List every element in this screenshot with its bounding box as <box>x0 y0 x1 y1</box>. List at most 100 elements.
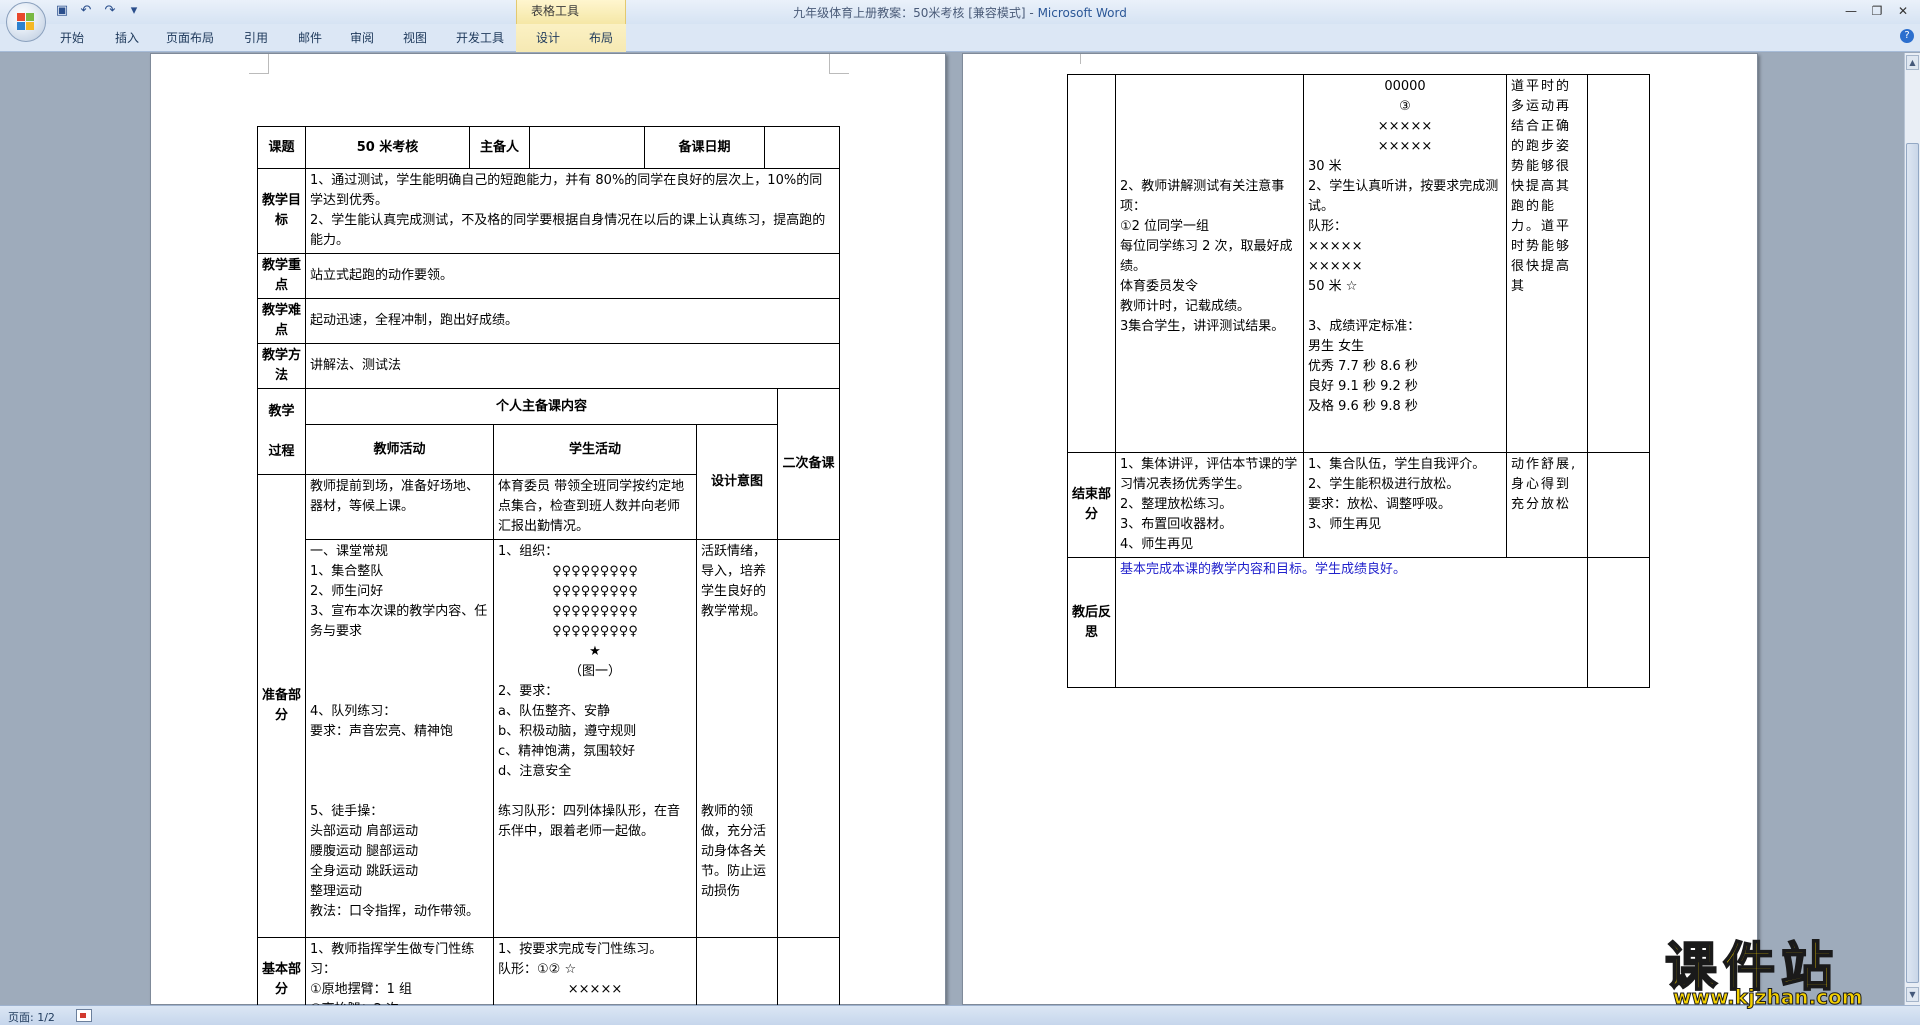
window-title: 九年级体育上册教案：50米考核 [兼容模式] - Microsoft Word <box>0 4 1920 21</box>
topic-label: 课题 <box>257 126 306 169</box>
cell-line: b、积极动脑，遵守规则 <box>498 724 637 739</box>
cell-line: 教师的领做，充分活动身体各关节。防止运动损伤 <box>701 804 767 899</box>
cell-line <box>498 782 692 802</box>
cell-line <box>701 702 773 722</box>
cell-line <box>1120 77 1299 97</box>
cell-line <box>701 662 773 682</box>
closing-second-cell[interactable] <box>1587 452 1650 558</box>
lesson-plan-body-p1: 教学目标 1、通过测试，学生能明确自己的短跑能力，并有 80%的同学在良好的层次… <box>257 168 841 1005</box>
cell-line: 男生 女生 <box>1308 339 1365 354</box>
closing-teacher-cell[interactable]: 1、集体讲评，评估本节课的学习情况表扬优秀学生。 2、整理放松练习。 3、布置回收器… <box>1115 452 1304 558</box>
design-intent-header: 设计意图 <box>696 424 778 540</box>
cont-intent-cell[interactable]: 道平时的多运动再结合正确的跑步姿势能够很快提高其跑的能力。道平时势能够很快提高其 <box>1506 74 1588 453</box>
cell-line: 及格 9.6 秒 9.8 秒 <box>1308 399 1418 414</box>
document-title: 九年级体育上册教案：50米考核 [兼容模式] - <box>793 6 1038 20</box>
basic-student-cell[interactable]: 1、按要求完成专门性练习。队形：①② ☆×××××××××× <box>493 937 697 1005</box>
reflection-value[interactable]: 基本完成本课的教学内容和目标。学生成绩良好。 <box>1115 557 1588 688</box>
cont-teacher-cell[interactable]: 2、教师讲解测试有关注意事项： ①2 位同学一组 每位同学练习 2 次，取最好成绩。… <box>1115 74 1304 453</box>
topic-value[interactable]: 50 米考核 <box>305 126 470 169</box>
process-label-bottom: 过程 <box>268 443 295 459</box>
tab-mailings[interactable]: 邮件 <box>298 29 322 46</box>
date-value[interactable] <box>764 126 840 169</box>
cell-line: 1、教师指挥学生做专门性练习： <box>310 942 475 977</box>
crop-mark <box>829 54 849 74</box>
cell-line: （图一） <box>568 664 621 679</box>
cell-line <box>1120 157 1299 177</box>
cell-line <box>701 682 773 702</box>
pre-row-teacher[interactable]: 教师提前到场，准备好场地、器材，等候上课。 <box>305 474 494 540</box>
cell-line: ♀♀♀♀♀♀♀♀♀ <box>552 564 638 579</box>
cell-line: 活跃情绪，导入，培养学生良好的教学常规。 <box>701 544 767 619</box>
second-prep-header: 二次备课 <box>776 388 841 540</box>
basic-second-cell[interactable] <box>776 937 841 1005</box>
cell-line: 3、宣布本次课的教学内容、任务与要求 <box>310 604 488 639</box>
document-page-2[interactable]: 2、教师讲解测试有关注意事项： ①2 位同学一组 每位同学练习 2 次，取最好成绩。… <box>962 53 1758 1005</box>
maximize-button[interactable]: ❐ <box>1864 2 1890 20</box>
cell-line: ①2 位同学一组 <box>1120 219 1210 234</box>
closing-intent-cell[interactable]: 动作舒展,身心得到充分放松 <box>1506 452 1588 558</box>
cell-line: 30 米 <box>1308 159 1342 174</box>
app-name: Microsoft Word <box>1037 6 1127 20</box>
lesson-plan-table-p1: 课题 50 米考核 主备人 备课日期 <box>257 126 840 169</box>
close-button[interactable]: ✕ <box>1890 2 1916 20</box>
scroll-up-button[interactable]: ▲ <box>1906 55 1919 70</box>
cell-line <box>701 762 773 782</box>
cont-student-cell[interactable]: 00000 ③ ××××× ××××× 30 米 2、学生认真听讲，按要求完成测试。 队形：… <box>1303 74 1507 453</box>
difficulty-value[interactable]: 起动迅速，全程冲制，跑出好成绩。 <box>304 298 841 344</box>
cell-line <box>310 762 489 782</box>
office-button[interactable] <box>6 2 46 42</box>
tab-review[interactable]: 审阅 <box>350 29 374 46</box>
tab-view[interactable]: 视图 <box>403 29 427 46</box>
prep-student-cell[interactable]: 1、组织： ♀♀♀♀♀♀♀♀♀ ♀♀♀♀♀♀♀♀♀ ♀♀♀♀♀♀♀♀♀ ♀♀♀♀♀♀♀♀… <box>493 539 697 938</box>
quick-access-toolbar: ▣ ↶ ↷ ▾ <box>54 3 142 19</box>
cell-line: c、精神饱满，氛围较好 <box>498 744 636 759</box>
host-value[interactable] <box>529 126 645 169</box>
cell-line: 优秀 7.7 秒 8.6 秒 <box>1308 359 1418 374</box>
document-workspace: 课题 50 米考核 主备人 备课日期 教学目标 1、通过测试，学生能明确自己的短… <box>0 53 1904 1005</box>
tab-home[interactable]: 开始 <box>60 29 84 46</box>
cell-line: 体育委员发令 <box>1120 279 1199 294</box>
cell-line: 要求：放松、调整呼吸。 <box>1308 497 1452 512</box>
closing-student-cell[interactable]: 1、集合队伍，学生自我评介。 2、学生能积极进行放松。 要求：放松、调整呼吸。 3、师… <box>1303 452 1507 558</box>
tab-design[interactable]: 设计 <box>536 29 560 46</box>
vertical-scrollbar[interactable]: ▲ ▼ <box>1904 53 1920 1005</box>
cell-line: 2、师生问好 <box>310 584 384 599</box>
undo-icon[interactable]: ↶ <box>78 3 94 19</box>
objectives-cell[interactable]: 1、通过测试，学生能明确自己的短跑能力，并有 80%的同学在良好的层次上，10%… <box>304 168 841 254</box>
scroll-down-button[interactable]: ▼ <box>1906 987 1919 1002</box>
cell-line: 练习队形：四列体操队形，在音乐伴中，跟着老师一起做。 <box>498 804 681 839</box>
cell-line <box>701 722 773 742</box>
key-points-value[interactable]: 站立式起跑的动作要领。 <box>304 253 841 299</box>
proofing-icon[interactable] <box>76 1009 92 1022</box>
tab-page-layout[interactable]: 页面布局 <box>166 29 214 46</box>
host-label: 主备人 <box>469 126 530 169</box>
tab-references[interactable]: 引用 <box>244 29 268 46</box>
customize-qat-icon[interactable]: ▾ <box>126 3 142 19</box>
prep-second-cell[interactable] <box>776 539 841 938</box>
cell-line: ♀♀♀♀♀♀♀♀♀ <box>552 604 638 619</box>
tab-developer[interactable]: 开发工具 <box>456 29 504 46</box>
tab-layout[interactable]: 布局 <box>589 29 613 46</box>
minimize-button[interactable]: — <box>1838 2 1864 20</box>
cell-line: a、队伍整齐、安静 <box>498 704 610 719</box>
tab-insert[interactable]: 插入 <box>115 29 139 46</box>
cell-line: 1、组织： <box>498 544 559 559</box>
page-count-status[interactable]: 页面: 1/2 <box>8 1009 55 1025</box>
reflection-second-cell[interactable] <box>1587 557 1650 688</box>
cell-line: 整理运动 <box>310 884 363 899</box>
scrollbar-thumb[interactable] <box>1906 143 1919 983</box>
document-page-1[interactable]: 课题 50 米考核 主备人 备课日期 教学目标 1、通过测试，学生能明确自己的短… <box>150 53 946 1005</box>
prep-teacher-cell[interactable]: 一、课堂常规 1、集合整队 2、师生问好 3、宣布本次课的教学内容、任务与要求 4、队… <box>305 539 494 938</box>
basic-intent-cell[interactable] <box>696 937 778 1005</box>
cell-line: 50 米 ☆ <box>1308 279 1358 294</box>
help-icon[interactable]: ? <box>1900 29 1914 43</box>
prep-intent-cell[interactable]: 活跃情绪，导入，培养学生良好的教学常规。 教师的领做，充分活动身体各关节。防止运… <box>696 539 778 938</box>
cont-second-cell[interactable] <box>1587 74 1650 453</box>
pre-row-student[interactable]: 体育委员 带领全班同学按约定地点集合，检查到班人数并向老师汇报出勤情况。 <box>493 474 697 540</box>
cell-line: 4、队列练习： <box>310 704 397 719</box>
method-value[interactable]: 讲解法、测试法 <box>304 343 841 389</box>
redo-icon[interactable]: ↷ <box>102 3 118 19</box>
save-icon[interactable]: ▣ <box>54 3 70 19</box>
basic-teacher-cell[interactable]: 1、教师指挥学生做专门性练习：①原地摆臂：1 组②高抬腿：2 次 <box>305 937 494 1005</box>
teacher-activity-header: 教师活动 <box>305 424 494 475</box>
